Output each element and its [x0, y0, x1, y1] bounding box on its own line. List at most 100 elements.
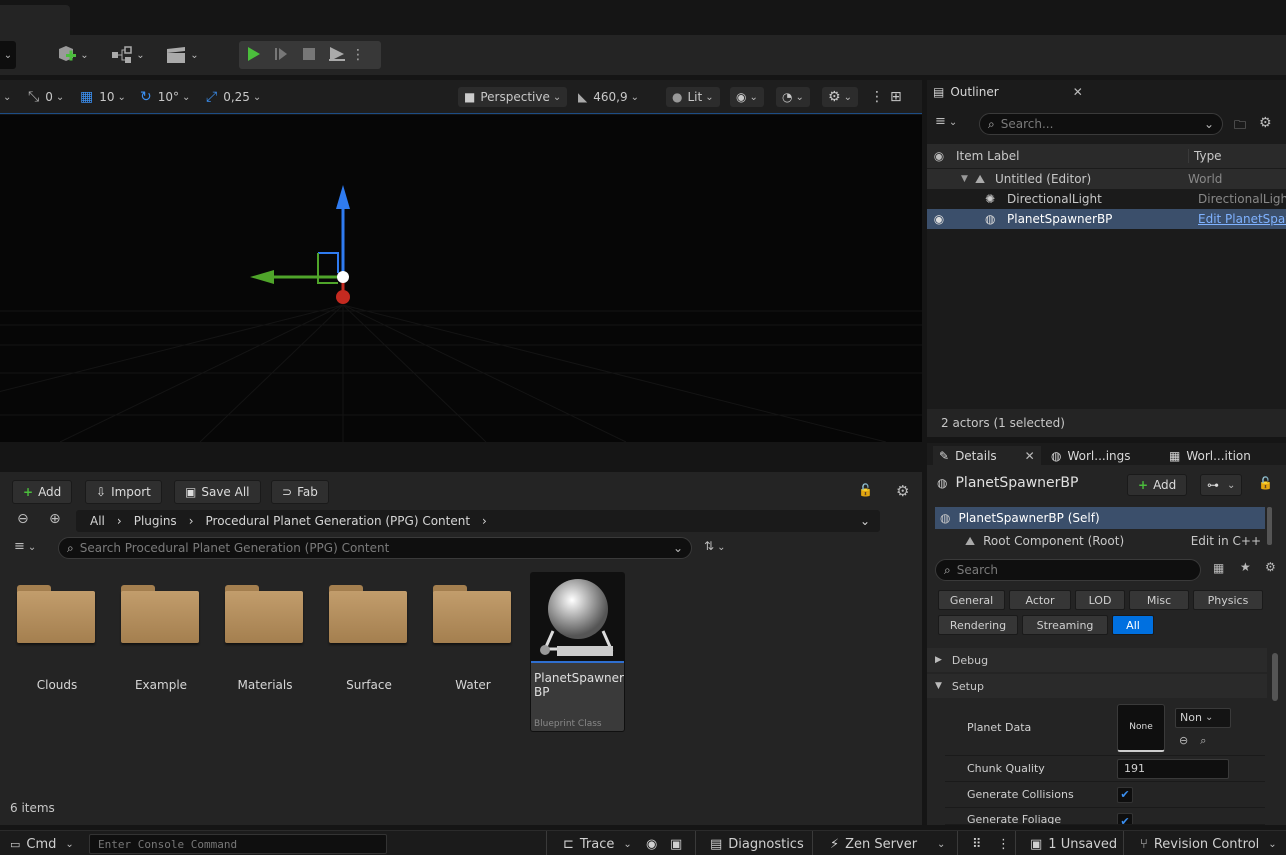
console-input[interactable]: Enter Console Command: [89, 834, 387, 854]
outliner-tab[interactable]: ▤ Outliner ✕: [933, 85, 1083, 99]
lock-icon[interactable]: 🔓: [858, 483, 873, 497]
transform-toggle[interactable]: ⌄: [0, 87, 11, 107]
zen-server-button[interactable]: ⚡ Zen Server ⌄: [830, 835, 945, 853]
close-icon[interactable]: ✕: [1025, 449, 1035, 463]
folder-water[interactable]: Water: [433, 585, 513, 692]
asset-tile-planetspawner[interactable]: PlanetSpawner BP Blueprint Class: [530, 572, 625, 732]
edit-blueprint-link[interactable]: Edit PlanetSpawnerBP: [1198, 212, 1286, 226]
col-type[interactable]: Type: [1188, 149, 1222, 163]
filter-streaming[interactable]: Streaming: [1022, 615, 1108, 635]
browse-asset-icon[interactable]: ⌕: [1200, 734, 1206, 748]
eject-icon[interactable]: [323, 46, 351, 65]
camera-speed-button[interactable]: ◣ 460,9 ⌄: [578, 87, 639, 107]
back-icon[interactable]: ⊖: [17, 511, 29, 527]
screenshot-icon[interactable]: ▣: [670, 835, 682, 853]
level-tab[interactable]: [0, 5, 70, 35]
filter-icon[interactable]: ≡ ⌄: [935, 114, 957, 129]
breadcrumb-ppg-content[interactable]: Procedural Planet Generation (PPG) Conte…: [206, 514, 471, 528]
folder-clouds[interactable]: Clouds: [17, 585, 97, 692]
filter-all[interactable]: All: [1112, 615, 1154, 635]
edit-in-cpp-link[interactable]: Edit in C++: [1191, 534, 1261, 548]
world-settings-tab[interactable]: ◍ Worl...ings: [1051, 446, 1131, 465]
viewport-settings-button[interactable]: ⚙ ⌄: [822, 87, 858, 107]
component-row-root[interactable]: ⛰ Root Component (Root) Edit in C++: [935, 530, 1265, 552]
grid-snap-button[interactable]: ▦ 10 ⌄: [80, 87, 126, 107]
col-item-label[interactable]: Item Label: [951, 149, 1188, 163]
play-icon[interactable]: [239, 46, 267, 65]
folder-example[interactable]: Example: [121, 585, 201, 692]
save-all-button[interactable]: ▣ Save All: [174, 480, 261, 504]
asset-picker-combo[interactable]: Non ⌄: [1175, 707, 1231, 728]
skip-icon[interactable]: [267, 46, 295, 65]
fab-button[interactable]: ⊃ Fab: [271, 480, 329, 504]
performance-button[interactable]: ◔ ⌄: [776, 87, 810, 107]
diagnostics-button[interactable]: ▤ Diagnostics: [710, 835, 804, 853]
world-partition-tab[interactable]: ▦ Worl...ition: [1169, 446, 1251, 465]
asset-thumbnail[interactable]: None: [1117, 703, 1165, 752]
outliner-row-light[interactable]: ✺ DirectionalLight DirectionalLight: [927, 189, 1286, 209]
show-flags-button[interactable]: ◉ ⌄: [730, 87, 764, 107]
transform-gizmo[interactable]: [250, 185, 350, 304]
surface-snap-button[interactable]: ⤡ 0 ⌄: [28, 87, 64, 107]
generate-collisions-checkbox[interactable]: ✔: [1117, 786, 1133, 803]
folder-surface[interactable]: Surface: [329, 585, 409, 692]
gear-icon[interactable]: ⚙: [1265, 560, 1276, 574]
cinematics-button[interactable]: ⌄: [162, 41, 202, 69]
history-dropdown-icon[interactable]: ⌄: [860, 514, 870, 528]
filter-icon[interactable]: ≡ ⌄: [14, 539, 36, 554]
chunk-quality-field[interactable]: 191: [1117, 758, 1229, 779]
viewport-more-icon[interactable]: ⋮: [870, 87, 884, 107]
forward-icon[interactable]: ⊕: [49, 511, 61, 527]
details-tab[interactable]: ✎ Details ✕: [933, 446, 1041, 465]
filter-lod[interactable]: LOD: [1075, 590, 1125, 610]
record-icon[interactable]: ◉: [646, 835, 657, 853]
view-mode-button[interactable]: ■ Perspective ⌄: [458, 87, 568, 107]
quick-add-button[interactable]: ⌄: [52, 41, 92, 69]
breadcrumb-plugins[interactable]: Plugins: [134, 514, 177, 528]
source-control-icon[interactable]: ⠿: [972, 835, 982, 853]
add-button[interactable]: + Add: [12, 480, 73, 504]
generate-foliage-checkbox[interactable]: ✔: [1117, 813, 1133, 824]
outliner-search-input[interactable]: ⌕ Search... ⌄: [979, 113, 1223, 135]
section-debug[interactable]: ▶ Debug: [927, 648, 1267, 672]
revision-control-button[interactable]: ⑂ Revision Control ⌄: [1140, 835, 1277, 853]
content-search-input[interactable]: ⌕ Search Procedural Planet Generation (P…: [58, 537, 692, 559]
section-setup[interactable]: ▼ Setup: [927, 674, 1267, 698]
use-selected-icon[interactable]: ⊖: [1179, 734, 1188, 747]
status-more-icon[interactable]: ⋮: [997, 835, 1010, 853]
blueprint-options-button[interactable]: ⊶ ⌄: [1200, 474, 1243, 496]
table-view-icon[interactable]: ▦: [1213, 561, 1224, 575]
mode-selector[interactable]: ⌄: [0, 41, 16, 69]
sort-icon[interactable]: ⇅ ⌄: [704, 539, 725, 553]
component-row-self[interactable]: ◍ PlanetSpawnerBP (Self): [935, 507, 1265, 529]
visibility-eye-icon[interactable]: ◉: [927, 212, 951, 226]
import-button[interactable]: ⇩ Import: [85, 480, 162, 504]
components-scrollbar[interactable]: [1267, 507, 1272, 545]
gear-icon[interactable]: ⚙: [896, 482, 909, 500]
cmd-selector[interactable]: ▭ Cmd ⌄: [10, 835, 74, 853]
details-search-input[interactable]: ⌕ Search: [935, 559, 1201, 581]
star-icon[interactable]: ★: [1240, 560, 1251, 574]
level-viewport[interactable]: [0, 115, 922, 442]
filter-misc[interactable]: Misc: [1129, 590, 1189, 610]
add-component-button[interactable]: + Add: [1127, 474, 1188, 496]
expand-icon[interactable]: ▼: [961, 174, 975, 184]
details-scrollbar[interactable]: [1272, 653, 1278, 701]
folder-materials[interactable]: Materials: [225, 585, 305, 692]
unsaved-button[interactable]: ▣ 1 Unsaved: [1030, 835, 1117, 853]
new-folder-icon[interactable]: 🗀: [1234, 116, 1246, 137]
lock-icon[interactable]: 🔓: [1258, 476, 1273, 490]
outliner-row-spawner[interactable]: ◉ ◍ PlanetSpawnerBP Edit PlanetSpawnerBP: [927, 209, 1286, 229]
gear-icon[interactable]: ⚙: [1259, 115, 1272, 131]
scale-snap-button[interactable]: ⤢ 0,25 ⌄: [206, 87, 261, 107]
filter-actor[interactable]: Actor: [1009, 590, 1071, 610]
eye-icon[interactable]: ◉: [927, 149, 951, 163]
filter-rendering[interactable]: Rendering: [938, 615, 1018, 635]
trace-button[interactable]: ⊏ Trace ⌄: [563, 835, 632, 853]
more-options-icon[interactable]: ⋮: [351, 47, 365, 63]
rotation-snap-button[interactable]: ↻ 10° ⌄: [140, 87, 190, 107]
close-icon[interactable]: ✕: [1073, 85, 1083, 99]
breadcrumb-all[interactable]: All: [90, 514, 105, 528]
outliner-row-world[interactable]: ▼ ⛰ Untitled (Editor) World: [927, 169, 1286, 189]
filter-physics[interactable]: Physics: [1193, 590, 1263, 610]
